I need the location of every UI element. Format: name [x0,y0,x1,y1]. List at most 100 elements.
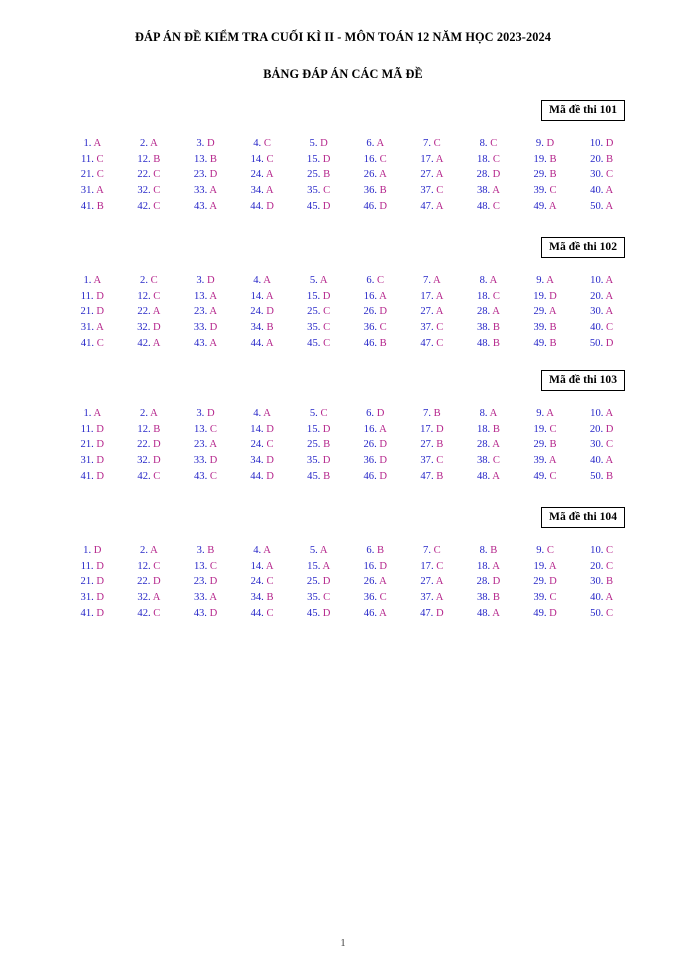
answer-letter: B [492,592,500,604]
answer-letter: B [492,337,500,349]
row-right-spacer [630,559,686,575]
question-number: 21. [80,306,94,318]
answer-row: 1. A 2. A 3. D 4. C 5. D 6. A 7. C 8. C 9. D 10. … [0,136,686,152]
answer-letter: C [96,153,104,165]
answer-letter: C [323,322,331,334]
answer-cell: 36. C [347,590,404,606]
question-number: 9. [536,275,545,287]
question-number: 1. [83,275,92,287]
answer-cell: 38. A [460,183,517,199]
answer-letter: D [96,290,104,302]
answer-letter: B [436,470,444,482]
row-right-spacer [630,406,686,422]
question-number: 47. [420,337,434,349]
answer-cell: 11. C [64,152,121,168]
answer-cell: 42. C [121,198,178,214]
answer-letter: A [546,275,554,287]
question-number: 39. [533,592,547,604]
question-number: 3. [196,545,205,557]
answer-letter: A [548,455,557,467]
answer-row: 1. D 2. A 3. B 4. A 5. A 6. B 7. C 8. B 9. C 10. … [0,543,686,559]
row-right-spacer [630,605,686,621]
question-number: 45. [306,607,321,619]
question-number: 13. [193,290,208,302]
answer-cell: 44. D [234,198,291,214]
row-left-spacer [0,304,64,320]
question-number: 20. [590,153,604,165]
answer-letter: C [606,169,614,181]
answer-cell: 24. A [234,167,291,183]
answer-letter: C [436,337,444,349]
answer-letter: C [606,545,614,557]
answer-letter: C [436,455,444,467]
row-right-spacer [630,468,686,484]
question-number: 19. [533,560,547,572]
answer-letter: B [379,185,387,197]
answer-letter: A [209,337,217,349]
answer-row: 41. D 42. C 43. D 44. C 45. D 46. A 47. D 48. A… [0,605,686,621]
answer-cell: 14. A [234,559,291,575]
answer-letter: C [266,576,274,588]
question-number: 37. [420,322,434,334]
question-number: 30. [590,169,604,181]
answer-letter: D [379,200,388,212]
answer-cell: 46. D [347,468,404,484]
answer-cell: 33. A [177,590,234,606]
answer-letter: D [322,200,331,212]
answer-cell: 8. B [460,543,517,559]
question-number: 12. [137,560,151,572]
answer-cell: 13. C [177,559,234,575]
answer-letter: D [549,607,557,619]
answer-cell: 7. A [404,273,461,289]
question-number: 22. [137,306,151,318]
answer-letter: C [266,153,274,165]
question-number: 34. [250,322,264,334]
answer-letter: D [206,275,215,287]
question-number: 31. [80,322,95,334]
question-number: 1. [83,138,92,150]
answer-letter: D [153,455,161,467]
answer-letter: C [377,275,385,287]
answer-cell: 38. C [460,453,517,469]
answer-cell: 30. C [573,437,630,453]
row-left-spacer [0,289,64,305]
answer-letter: D [153,322,161,334]
question-number: 13. [193,560,208,572]
row-left-spacer [0,543,64,559]
question-number: 28. [476,439,491,451]
answer-cell: 3. D [177,406,234,422]
answer-cell: 45. B [290,468,347,484]
question-number: 8. [479,138,488,150]
question-number: 28. [476,169,490,181]
answer-cell: 5. D [290,136,347,152]
question-number: 38. [476,185,491,197]
answer-letter: B [606,470,614,482]
answer-letter: D [379,560,388,572]
question-number: 17. [420,560,434,572]
answer-letter: D [322,290,331,302]
answer-cell: 47. A [404,198,461,214]
answer-cell: 30. C [573,167,630,183]
answer-cell: 28. A [460,437,517,453]
question-number: 7. [423,408,431,420]
question-number: 20. [590,560,604,572]
answer-block: Mã đề thi 102 1. A 2. C 3. D 4. A 5. A 6. C 7. … [0,237,686,351]
answer-letter: D [209,455,218,467]
answer-cell: 43. A [177,198,234,214]
question-number: 49. [533,470,547,482]
question-number: 48. [476,607,491,619]
answer-letter: D [322,576,331,588]
question-number: 43. [193,607,207,619]
answer-letter: C [436,185,444,197]
answer-letter: A [548,560,557,572]
answer-letter: A [263,545,271,557]
answer-cell: 38. B [460,590,517,606]
answer-cell: 36. B [347,183,404,199]
answer-row: 11. D 12. C 13. A 14. A 15. D 16. A 17. A 18. C… [0,289,686,305]
question-number: 5. [309,408,318,420]
question-number: 14. [250,153,264,165]
answer-letter: C [209,423,217,435]
answer-cell: 24. D [234,304,291,320]
question-number: 4. [253,545,262,557]
answer-letter: C [492,200,500,212]
